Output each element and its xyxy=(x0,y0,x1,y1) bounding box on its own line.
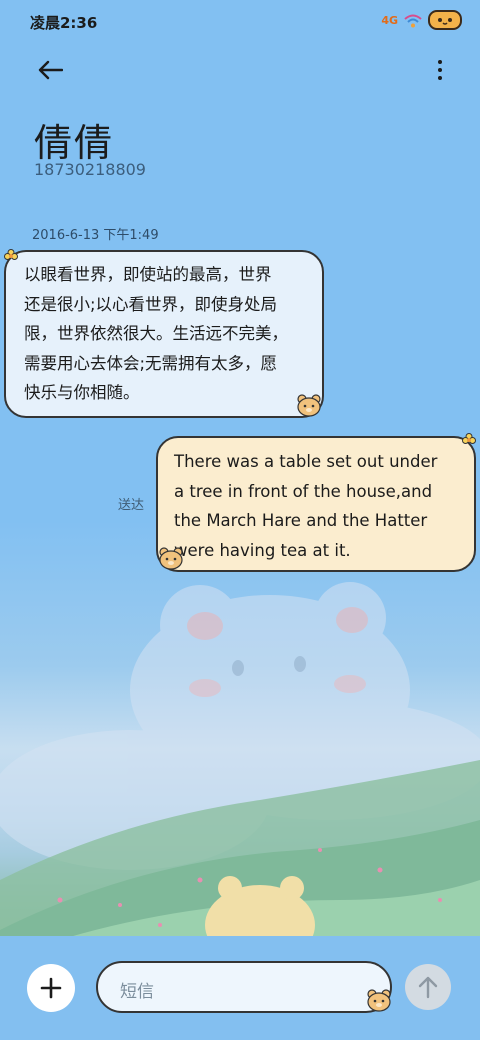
message-line: a tree in front of the house,and xyxy=(174,481,433,501)
back-button[interactable] xyxy=(30,52,70,88)
status-time: 凌晨2:36 xyxy=(30,14,98,32)
arrow-left-icon xyxy=(38,60,63,80)
flower-icon xyxy=(462,433,476,444)
bear-sticker-icon xyxy=(159,547,183,570)
outgoing-message-bubble[interactable]: There was a table set out under a tree i… xyxy=(156,436,476,572)
more-options-button[interactable] xyxy=(430,52,450,88)
contact-number: 18730218809 xyxy=(34,160,146,179)
arrow-up-icon xyxy=(418,976,438,999)
message-line: 限，世界依然很大。生活远不完美， xyxy=(24,324,288,343)
signal-icon: 4G xyxy=(381,13,398,27)
status-icons: 4G xyxy=(381,10,462,30)
flower-icon xyxy=(4,249,18,260)
message-line: 快乐与你相随。 xyxy=(24,383,140,402)
battery-icon xyxy=(428,10,462,30)
delivery-status: 送达 xyxy=(118,498,145,513)
more-vertical-icon xyxy=(438,60,442,64)
incoming-message-bubble[interactable]: 以眼看世界，即使站的最高，世界 还是很小;以心看世界，即使身处局 限，世界依然很… xyxy=(4,250,324,418)
message-line: were having tea at it. xyxy=(174,540,351,560)
add-attachment-button[interactable] xyxy=(27,964,75,1012)
contact-name: 倩倩 xyxy=(34,121,115,165)
message-line: 需要用心去体会;无需拥有太多，愿 xyxy=(24,353,278,373)
message-line: the March Hare and the Hatter xyxy=(174,511,428,530)
message-input[interactable]: 短信 xyxy=(96,961,392,1013)
message-line: 以眼看世界，即使站的最高，世界 xyxy=(24,265,272,284)
send-button[interactable] xyxy=(405,964,451,1010)
bear-sticker-icon xyxy=(367,989,391,1012)
wifi-icon xyxy=(404,13,422,28)
plus-icon xyxy=(40,977,62,999)
bear-sticker-icon xyxy=(297,394,321,417)
status-bar: 凌晨2:36 4G xyxy=(0,0,480,44)
message-timestamp: 2016-6-13 下午1:49 xyxy=(32,228,159,243)
message-input-placeholder: 短信 xyxy=(120,982,154,1002)
message-line: There was a table set out under xyxy=(174,452,438,471)
message-line: 还是很小;以心看世界，即使身处局 xyxy=(24,294,278,314)
